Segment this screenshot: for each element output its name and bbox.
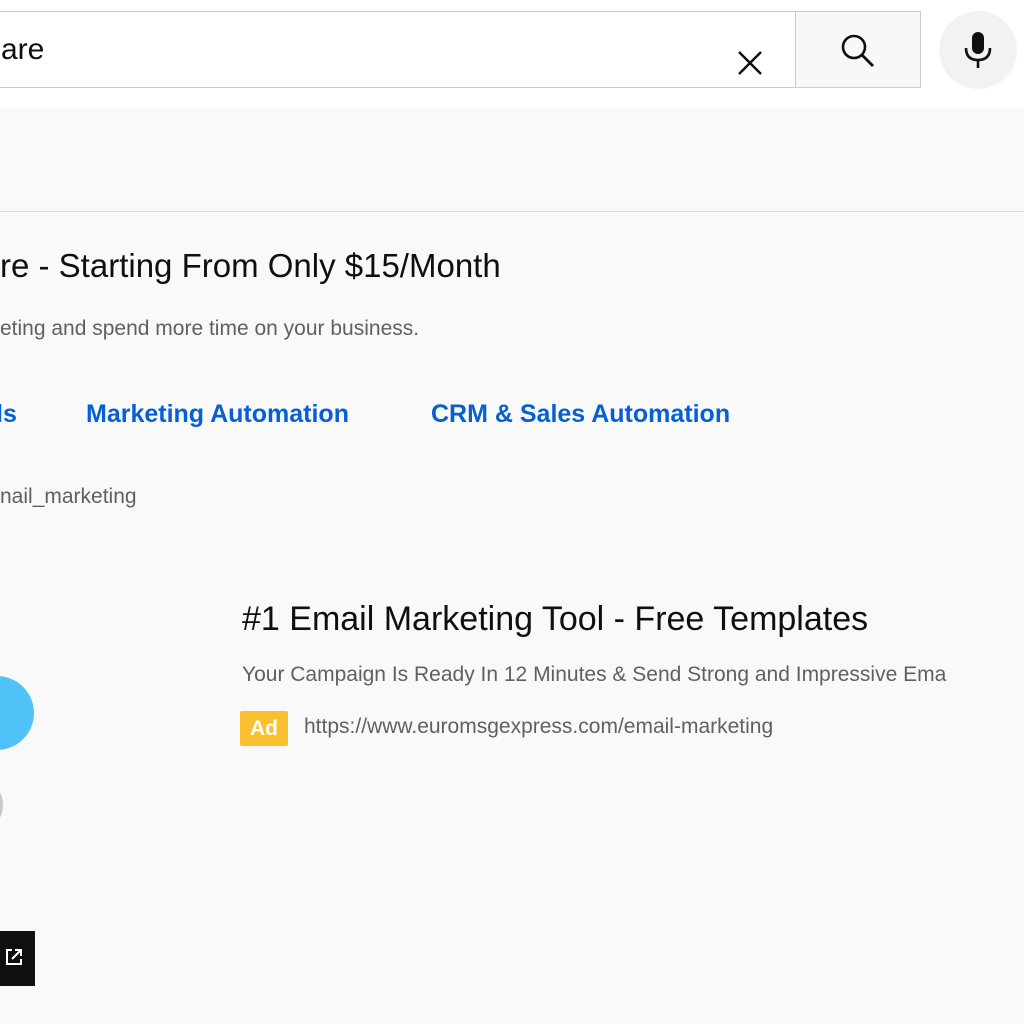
ad-title[interactable]: re - Starting From Only $15/Month <box>0 247 501 285</box>
voice-search-button[interactable] <box>939 11 1017 89</box>
search-icon <box>841 34 874 67</box>
ad-title-email-marketing[interactable]: #1 Email Marketing Tool - Free Templates <box>242 600 868 639</box>
ad-display-url[interactable]: nail_marketing <box>0 485 137 509</box>
ad-thumbnail[interactable] <box>0 676 34 750</box>
external-link-button[interactable] <box>0 931 35 986</box>
ad-description: eting and spend more time on your busine… <box>0 317 420 340</box>
section-divider <box>0 211 1024 212</box>
ad-thumbnail-decoration <box>0 783 3 827</box>
external-link-icon <box>6 949 22 965</box>
ad-description-email-marketing: Your Campaign Is Ready In 12 Minutes & S… <box>242 663 947 686</box>
sitelink-1[interactable]: ls <box>0 400 17 429</box>
close-icon[interactable] <box>732 45 768 81</box>
search-button[interactable] <box>795 11 921 88</box>
sitelink-crm-sales-automation[interactable]: CRM & Sales Automation <box>431 400 730 429</box>
ad-badge: Ad <box>240 711 288 746</box>
masthead: are <box>0 0 1024 108</box>
microphone-icon <box>964 32 992 68</box>
search-query-text[interactable]: are <box>1 33 44 67</box>
search-input[interactable]: are <box>0 11 796 88</box>
sitelink-marketing-automation[interactable]: Marketing Automation <box>86 400 349 429</box>
ad-url[interactable]: https://www.euromsgexpress.com/email-mar… <box>304 715 773 739</box>
